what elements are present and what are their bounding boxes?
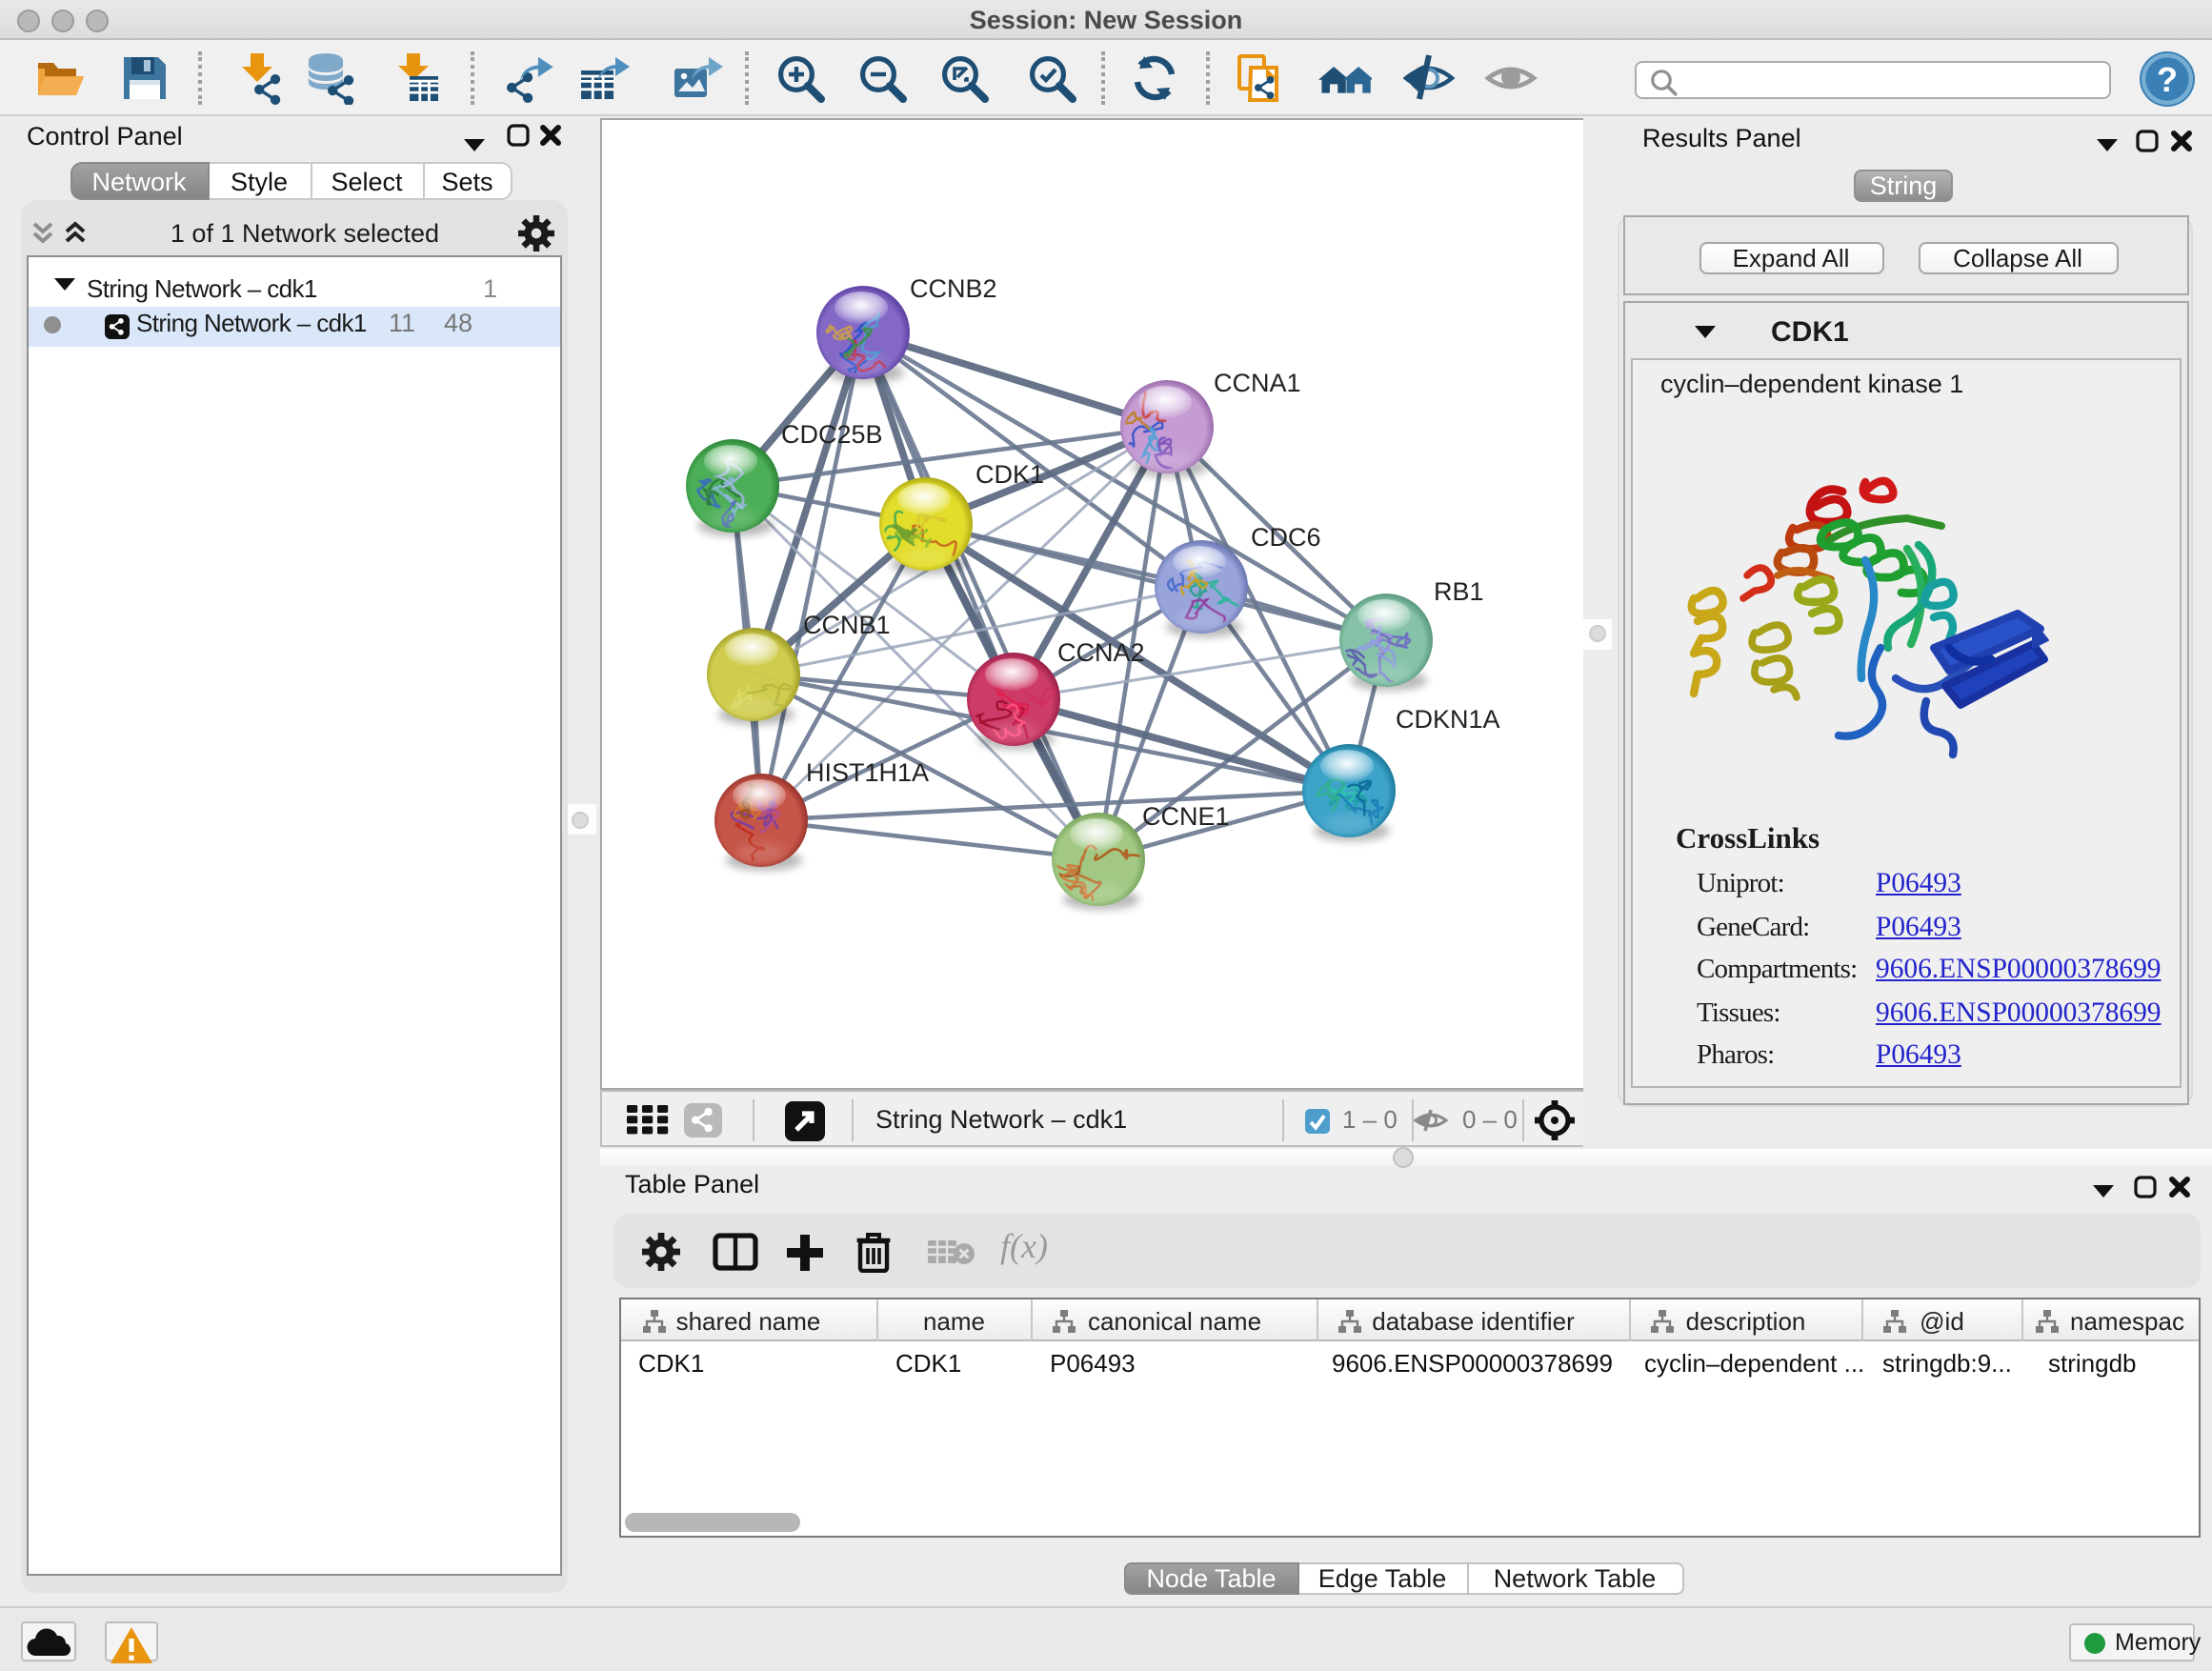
svg-text:CCNA2: CCNA2 [1056, 638, 1144, 667]
svg-text:HIST1H1A: HIST1H1A [805, 758, 928, 787]
svg-text:CCNA1: CCNA1 [1213, 369, 1300, 397]
svg-text:CCNB2: CCNB2 [909, 274, 996, 303]
svg-text:?: ? [2157, 60, 2178, 99]
svg-text:CDKN1A: CDKN1A [1395, 705, 1499, 734]
svg-text:CCNB1: CCNB1 [802, 611, 890, 639]
svg-text:CDC25B: CDC25B [780, 420, 882, 449]
svg-text:CCNE1: CCNE1 [1141, 802, 1229, 831]
svg-text:RB1: RB1 [1433, 577, 1483, 606]
svg-text:CDC6: CDC6 [1250, 523, 1320, 552]
svg-text:CDK1: CDK1 [975, 460, 1043, 489]
